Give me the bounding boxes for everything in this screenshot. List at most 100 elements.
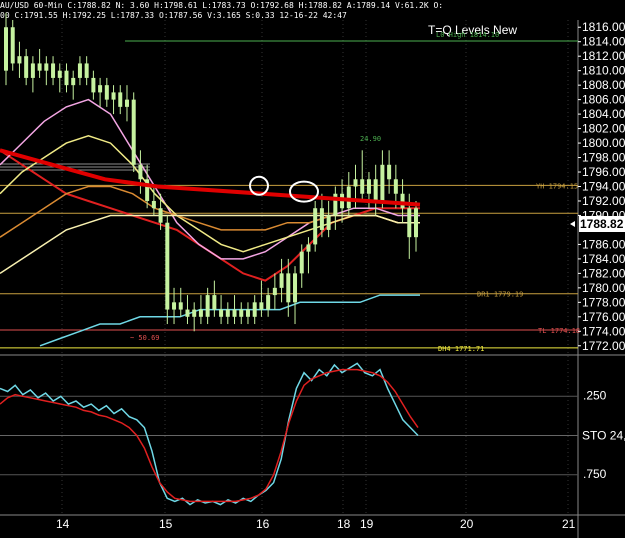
y-tick-label: 1794.00 — [582, 180, 625, 194]
annotation-label: ~ 50.69 — [130, 334, 160, 342]
candle-body — [319, 208, 324, 230]
candle-body — [10, 27, 15, 64]
ma-pink-line — [0, 98, 420, 260]
stochastic-panel: STO 24, .250 .750 — [0, 362, 625, 506]
y-tick-label: 1776.00 — [582, 310, 625, 324]
y-tick-label: 1784.00 — [582, 252, 625, 266]
candle-body — [172, 302, 177, 310]
ma-light-yellow-line — [0, 214, 420, 275]
y-tick-label: 1812.00 — [582, 49, 625, 63]
y-tick-label: 1806.00 — [582, 93, 625, 107]
y-tick-label: 1792.00 — [582, 194, 625, 208]
y-tick-label: 1774.00 — [582, 324, 625, 338]
x-tick-label: 21 — [562, 517, 576, 531]
candle-body — [259, 302, 264, 310]
candle-body — [165, 222, 170, 310]
candle-body — [393, 179, 398, 194]
candle-body — [51, 63, 56, 78]
y-tick-label: 1814.00 — [582, 35, 625, 49]
y-tick-label: 1816.00 — [582, 20, 625, 34]
level-label: TL 1774.18 — [538, 327, 580, 335]
level-label: DH4 1771.71 — [438, 345, 484, 353]
candle-body — [380, 164, 385, 201]
sto-tick-label: .750 — [583, 467, 607, 481]
level-label: DR1 1779.19 — [477, 291, 523, 299]
candle-body — [353, 179, 358, 187]
candle-body — [373, 179, 378, 201]
ma-yellow-line — [0, 135, 420, 253]
candle-body — [205, 295, 210, 317]
x-tick-label: 16 — [256, 517, 270, 531]
last-price-label: 1788.82 — [580, 217, 624, 231]
sto-label: STO 24, — [582, 429, 625, 443]
header-line: AU/USD 60-Min C:1788.82 N: 3.60 H:1798.6… — [0, 1, 443, 10]
candle-body — [360, 179, 365, 194]
candle-body — [37, 63, 42, 71]
ma-orange-line — [0, 185, 420, 238]
ma-cyan-line — [39, 294, 420, 347]
moving-averages — [0, 98, 420, 347]
candle-body — [306, 244, 311, 252]
candle-body — [57, 70, 62, 78]
sto-tick-label: .250 — [583, 388, 607, 402]
x-tick-label: 15 — [159, 517, 173, 531]
x-tick-label: 14 — [56, 517, 70, 531]
candle-body — [4, 27, 8, 71]
candle-body — [293, 273, 298, 303]
x-tick-label: 20 — [460, 517, 474, 531]
candle-body — [71, 77, 76, 86]
candle-body — [212, 295, 217, 310]
last-price-pointer — [570, 220, 575, 227]
candle-body — [44, 63, 49, 71]
candle-body — [192, 309, 197, 317]
y-tick-label: 1800.00 — [582, 136, 625, 150]
candle-body — [414, 208, 418, 238]
y-tick-label: 1780.00 — [582, 281, 625, 295]
candle-body — [366, 179, 371, 194]
candle-body — [138, 164, 143, 180]
y-tick-label: 1810.00 — [582, 64, 625, 78]
candle-body — [245, 309, 250, 317]
candle-body — [239, 309, 244, 317]
candle-body — [198, 309, 203, 317]
axes: 1816.001814.001812.001810.001808.001806.… — [56, 20, 625, 531]
y-tick-label: 1786.00 — [582, 237, 625, 251]
candle-body — [266, 295, 271, 310]
candle-body — [77, 63, 82, 78]
y-tick-label: 1778.00 — [582, 295, 625, 309]
candle-body — [145, 179, 150, 201]
level-label: L0 High 1814.10 — [436, 31, 499, 39]
y-tick-label: 1796.00 — [582, 165, 625, 179]
candle-body — [84, 63, 89, 78]
candle-body — [252, 302, 257, 317]
candle-body — [346, 186, 351, 209]
y-tick-label: 1782.00 — [582, 266, 625, 280]
x-tick-label: 19 — [360, 517, 374, 531]
candle-body — [178, 302, 183, 310]
candle-body — [286, 273, 291, 303]
annotation-label: 24.90 — [360, 135, 381, 143]
candle-body — [64, 70, 69, 86]
candle-body — [272, 287, 277, 296]
level-label: YH 1794.15 — [536, 182, 578, 190]
candlesticks — [4, 12, 418, 332]
candle-body — [219, 309, 224, 317]
subheader-line: 00 C:1791.55 H:1792.25 L:1787.33 O:1787.… — [0, 11, 347, 20]
candle-body — [104, 85, 109, 100]
y-tick-label: 1772.00 — [582, 339, 625, 353]
candle-body — [98, 85, 103, 93]
y-tick-label: 1804.00 — [582, 107, 625, 121]
y-tick-label: 1808.00 — [582, 78, 625, 92]
candle-body — [225, 309, 230, 317]
candle-body — [30, 63, 35, 78]
candle-body — [232, 309, 237, 317]
candle-body — [124, 99, 129, 107]
candle-body — [131, 99, 136, 165]
y-tick-label: 1802.00 — [582, 122, 625, 136]
candle-body — [279, 273, 284, 288]
candle-body — [151, 200, 156, 209]
candle-body — [407, 208, 412, 238]
sto-fast-line — [0, 362, 419, 506]
candle-body — [326, 215, 331, 230]
candle-body — [91, 77, 96, 93]
